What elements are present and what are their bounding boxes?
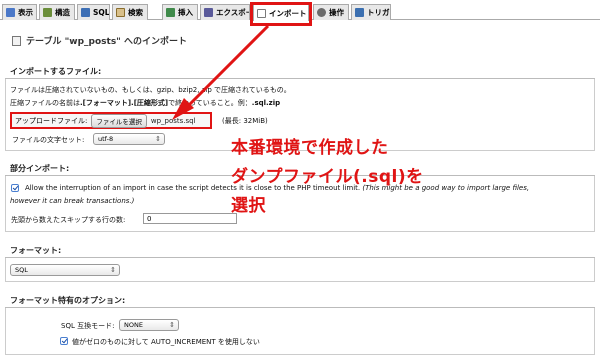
format-select[interactable]: SQL ⇕ <box>10 264 120 276</box>
tab-label: 構造 <box>55 8 70 17</box>
tab-search[interactable]: 検索 <box>112 4 148 20</box>
charset-label: ファイルの文字セット: <box>12 136 85 144</box>
insert-icon <box>166 8 175 17</box>
format-value: SQL <box>15 266 28 274</box>
structure-icon <box>43 8 52 17</box>
max-size: (最長: 32MiB) <box>222 117 268 125</box>
selected-file-name: wp_posts.sql <box>150 116 196 125</box>
tab-label: 操作 <box>329 8 344 17</box>
partial-section-legend: 部分インポート: <box>10 164 70 173</box>
page-title: テーブル "wp_posts" へのインポート <box>12 34 187 47</box>
tab-export[interactable]: エクスポート <box>200 4 250 20</box>
format-section-legend: フォーマット: <box>10 246 62 255</box>
tab-triggers[interactable]: トリガ <box>351 4 391 20</box>
select-arrows-icon: ⇕ <box>169 321 175 329</box>
page-title-text: テーブル "wp_posts" へのインポート <box>26 37 188 47</box>
upload-label: アップロードファイル: <box>15 116 88 125</box>
annotation-line-1: 本番環境で作成した <box>231 138 389 158</box>
select-arrows-icon: ⇕ <box>155 135 161 143</box>
export-icon <box>204 8 213 17</box>
tab-operations[interactable]: 操作 <box>313 4 349 20</box>
file-help-line-1: ファイルは圧縮されていないもの、もしくは、gzip、bzip2, zip で圧縮… <box>10 86 291 94</box>
help-suffix: で終わっていること。例： <box>168 99 252 107</box>
sql-icon <box>81 8 90 17</box>
charset-select[interactable]: utf-8 ⇕ <box>93 133 165 145</box>
skip-rows-input[interactable]: 0 <box>143 213 237 224</box>
allow-interrupt-checkbox[interactable] <box>11 184 19 192</box>
tab-label: SQL <box>93 8 110 17</box>
tab-label: エクスポート <box>216 8 249 17</box>
help-format: .[フォーマット].[圧縮形式] <box>80 99 169 107</box>
options-section-legend: フォーマット特有のオプション: <box>10 296 126 305</box>
select-arrows-icon: ⇕ <box>110 266 116 274</box>
tab-label: 挿入 <box>178 8 193 17</box>
options-section-panel <box>5 308 595 355</box>
import-tab-highlight <box>250 2 312 26</box>
no-auto-increment-label: 値がゼロのものに対して AUTO_INCREMENT を使用しない <box>72 338 260 346</box>
charset-value: utf-8 <box>98 135 114 143</box>
compat-mode-select[interactable]: NONE ⇕ <box>119 319 179 331</box>
upload-row: アップロードファイル: ファイルを選択 wp_posts.sql <box>10 112 212 129</box>
annotation-line-2: ダンプファイル(.sql)を <box>231 167 424 187</box>
help-prefix: 圧縮ファイルの名前は <box>10 99 80 107</box>
file-section-legend: インポートするファイル: <box>10 67 102 76</box>
tab-label: トリガ <box>367 8 390 17</box>
tab-structure[interactable]: 構造 <box>39 4 75 20</box>
allow-note-2: however it can break transactions.) <box>10 197 135 205</box>
help-example: .sql.zip <box>251 99 281 107</box>
tab-insert[interactable]: 挿入 <box>162 4 198 20</box>
compat-mode-label: SQL 互換モード: <box>61 322 115 330</box>
skip-label: 先頭から数えたスキップする行の数: <box>11 216 126 224</box>
triggers-icon <box>355 8 364 17</box>
operations-icon <box>317 8 326 17</box>
table-icon <box>6 8 15 17</box>
no-auto-increment-checkbox[interactable] <box>60 337 68 345</box>
tab-label: 表示 <box>18 8 33 17</box>
file-help-line-2: 圧縮ファイルの名前は.[フォーマット].[圧縮形式]で終わっていること。例：.s… <box>10 98 280 108</box>
tab-label: 検索 <box>128 8 143 17</box>
compat-mode-value: NONE <box>124 321 143 329</box>
search-icon <box>116 8 125 17</box>
import-file-icon <box>12 35 21 46</box>
annotation-line-3: 選択 <box>231 196 266 216</box>
tab-browse[interactable]: 表示 <box>2 4 37 20</box>
allow-interrupt-note-2: however it can break transactions.) <box>10 197 134 205</box>
choose-file-button[interactable]: ファイルを選択 <box>91 113 147 128</box>
tab-sql[interactable]: SQL <box>77 4 110 20</box>
